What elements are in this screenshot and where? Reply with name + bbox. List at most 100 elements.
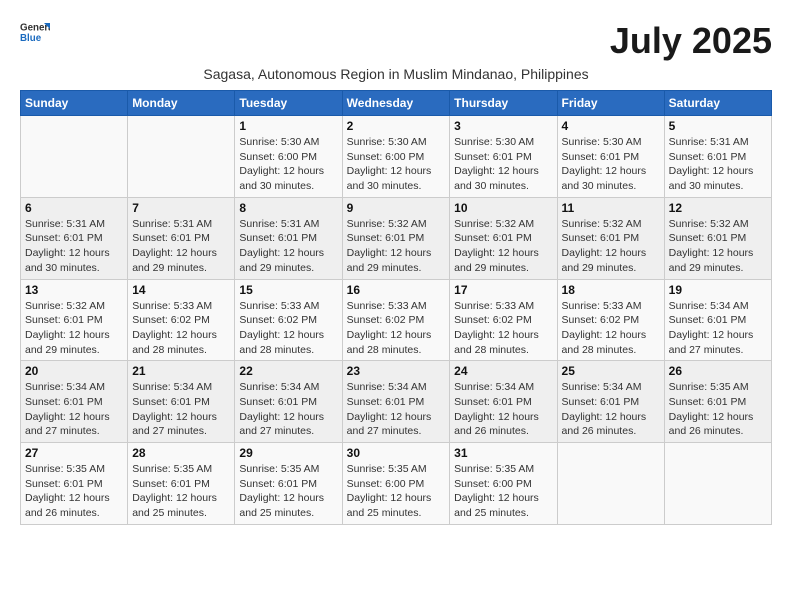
day-number: 11 — [562, 201, 660, 215]
day-number: 23 — [347, 364, 446, 378]
calendar-cell — [21, 116, 128, 198]
day-number: 2 — [347, 119, 446, 133]
calendar-header: SundayMondayTuesdayWednesdayThursdayFrid… — [21, 91, 772, 116]
day-header-sunday: Sunday — [21, 91, 128, 116]
day-header-friday: Friday — [557, 91, 664, 116]
day-number: 9 — [347, 201, 446, 215]
day-number: 1 — [239, 119, 337, 133]
day-detail: Sunrise: 5:34 AM Sunset: 6:01 PM Dayligh… — [25, 380, 123, 439]
day-detail: Sunrise: 5:31 AM Sunset: 6:01 PM Dayligh… — [669, 135, 767, 194]
day-number: 26 — [669, 364, 767, 378]
calendar-cell: 5 Sunrise: 5:31 AM Sunset: 6:01 PM Daylig… — [664, 116, 771, 198]
day-detail: Sunrise: 5:31 AM Sunset: 6:01 PM Dayligh… — [25, 217, 123, 276]
day-detail: Sunrise: 5:34 AM Sunset: 6:01 PM Dayligh… — [347, 380, 446, 439]
day-number: 18 — [562, 283, 660, 297]
calendar-cell: 20 Sunrise: 5:34 AM Sunset: 6:01 PM Dayli… — [21, 361, 128, 443]
calendar-cell — [664, 443, 771, 525]
calendar-cell: 18 Sunrise: 5:33 AM Sunset: 6:02 PM Dayli… — [557, 279, 664, 361]
day-detail: Sunrise: 5:35 AM Sunset: 6:00 PM Dayligh… — [347, 462, 446, 521]
calendar-cell: 10Sunrise: 5:32 AM Sunset: 6:01 PM Dayli… — [450, 197, 557, 279]
day-number: 24 — [454, 364, 552, 378]
day-header-tuesday: Tuesday — [235, 91, 342, 116]
day-detail: Sunrise: 5:30 AM Sunset: 6:00 PM Dayligh… — [347, 135, 446, 194]
day-number: 4 — [562, 119, 660, 133]
calendar-cell: 6Sunrise: 5:31 AM Sunset: 6:01 PM Daylig… — [21, 197, 128, 279]
calendar-cell: 1 Sunrise: 5:30 AM Sunset: 6:00 PM Daylig… — [235, 116, 342, 198]
day-number: 22 — [239, 364, 337, 378]
day-header-wednesday: Wednesday — [342, 91, 450, 116]
logo: General Blue — [20, 20, 50, 44]
day-number: 15 — [239, 283, 337, 297]
calendar-week-5: 27 Sunrise: 5:35 AM Sunset: 6:01 PM Dayli… — [21, 443, 772, 525]
day-detail: Sunrise: 5:32 AM Sunset: 6:01 PM Dayligh… — [25, 299, 123, 358]
svg-text:Blue: Blue — [20, 33, 42, 44]
day-detail: Sunrise: 5:34 AM Sunset: 6:01 PM Dayligh… — [454, 380, 552, 439]
day-detail: Sunrise: 5:33 AM Sunset: 6:02 PM Dayligh… — [239, 299, 337, 358]
calendar-cell: 26 Sunrise: 5:35 AM Sunset: 6:01 PM Dayli… — [664, 361, 771, 443]
calendar-body: 1 Sunrise: 5:30 AM Sunset: 6:00 PM Daylig… — [21, 116, 772, 525]
calendar-cell — [128, 116, 235, 198]
day-number: 16 — [347, 283, 446, 297]
day-detail: Sunrise: 5:33 AM Sunset: 6:02 PM Dayligh… — [562, 299, 660, 358]
day-detail: Sunrise: 5:33 AM Sunset: 6:02 PM Dayligh… — [454, 299, 552, 358]
day-detail: Sunrise: 5:32 AM Sunset: 6:01 PM Dayligh… — [347, 217, 446, 276]
day-number: 21 — [132, 364, 230, 378]
calendar-cell: 21 Sunrise: 5:34 AM Sunset: 6:01 PM Dayli… — [128, 361, 235, 443]
day-header-thursday: Thursday — [450, 91, 557, 116]
day-detail: Sunrise: 5:32 AM Sunset: 6:01 PM Dayligh… — [562, 217, 660, 276]
day-detail: Sunrise: 5:33 AM Sunset: 6:02 PM Dayligh… — [347, 299, 446, 358]
calendar-cell: 7 Sunrise: 5:31 AM Sunset: 6:01 PM Daylig… — [128, 197, 235, 279]
calendar-cell: 24 Sunrise: 5:34 AM Sunset: 6:01 PM Dayli… — [450, 361, 557, 443]
day-number: 20 — [25, 364, 123, 378]
day-detail: Sunrise: 5:30 AM Sunset: 6:01 PM Dayligh… — [562, 135, 660, 194]
day-detail: Sunrise: 5:35 AM Sunset: 6:01 PM Dayligh… — [669, 380, 767, 439]
day-number: 8 — [239, 201, 337, 215]
logo-icon: General Blue — [20, 20, 50, 44]
day-number: 27 — [25, 446, 123, 460]
month-title: July 2025 — [610, 20, 772, 62]
day-number: 29 — [239, 446, 337, 460]
day-number: 25 — [562, 364, 660, 378]
day-detail: Sunrise: 5:31 AM Sunset: 6:01 PM Dayligh… — [132, 217, 230, 276]
calendar-cell: 15 Sunrise: 5:33 AM Sunset: 6:02 PM Dayli… — [235, 279, 342, 361]
day-detail: Sunrise: 5:34 AM Sunset: 6:01 PM Dayligh… — [669, 299, 767, 358]
subtitle: Sagasa, Autonomous Region in Muslim Mind… — [20, 66, 772, 82]
calendar-cell: 23 Sunrise: 5:34 AM Sunset: 6:01 PM Dayli… — [342, 361, 450, 443]
calendar-cell: 9 Sunrise: 5:32 AM Sunset: 6:01 PM Daylig… — [342, 197, 450, 279]
day-number: 5 — [669, 119, 767, 133]
day-detail: Sunrise: 5:35 AM Sunset: 6:01 PM Dayligh… — [25, 462, 123, 521]
calendar-cell: 16 Sunrise: 5:33 AM Sunset: 6:02 PM Dayli… — [342, 279, 450, 361]
calendar-cell: 29 Sunrise: 5:35 AM Sunset: 6:01 PM Dayli… — [235, 443, 342, 525]
day-detail: Sunrise: 5:30 AM Sunset: 6:01 PM Dayligh… — [454, 135, 552, 194]
day-detail: Sunrise: 5:34 AM Sunset: 6:01 PM Dayligh… — [132, 380, 230, 439]
calendar-cell: 12Sunrise: 5:32 AM Sunset: 6:01 PM Dayli… — [664, 197, 771, 279]
day-number: 13 — [25, 283, 123, 297]
calendar: SundayMondayTuesdayWednesdayThursdayFrid… — [20, 90, 772, 525]
calendar-cell: 17 Sunrise: 5:33 AM Sunset: 6:02 PM Dayli… — [450, 279, 557, 361]
calendar-cell: 2 Sunrise: 5:30 AM Sunset: 6:00 PM Daylig… — [342, 116, 450, 198]
day-detail: Sunrise: 5:30 AM Sunset: 6:00 PM Dayligh… — [239, 135, 337, 194]
day-detail: Sunrise: 5:35 AM Sunset: 6:01 PM Dayligh… — [239, 462, 337, 521]
day-detail: Sunrise: 5:33 AM Sunset: 6:02 PM Dayligh… — [132, 299, 230, 358]
calendar-week-1: 1 Sunrise: 5:30 AM Sunset: 6:00 PM Daylig… — [21, 116, 772, 198]
day-number: 28 — [132, 446, 230, 460]
day-number: 12 — [669, 201, 767, 215]
day-detail: Sunrise: 5:35 AM Sunset: 6:00 PM Dayligh… — [454, 462, 552, 521]
calendar-cell: 31Sunrise: 5:35 AM Sunset: 6:00 PM Dayli… — [450, 443, 557, 525]
day-number: 7 — [132, 201, 230, 215]
calendar-week-2: 6Sunrise: 5:31 AM Sunset: 6:01 PM Daylig… — [21, 197, 772, 279]
day-number: 17 — [454, 283, 552, 297]
calendar-cell: 3 Sunrise: 5:30 AM Sunset: 6:01 PM Daylig… — [450, 116, 557, 198]
day-number: 3 — [454, 119, 552, 133]
calendar-cell: 4 Sunrise: 5:30 AM Sunset: 6:01 PM Daylig… — [557, 116, 664, 198]
calendar-cell: 27 Sunrise: 5:35 AM Sunset: 6:01 PM Dayli… — [21, 443, 128, 525]
calendar-week-3: 13 Sunrise: 5:32 AM Sunset: 6:01 PM Dayli… — [21, 279, 772, 361]
calendar-cell — [557, 443, 664, 525]
day-detail: Sunrise: 5:34 AM Sunset: 6:01 PM Dayligh… — [239, 380, 337, 439]
calendar-cell: 14Sunrise: 5:33 AM Sunset: 6:02 PM Dayli… — [128, 279, 235, 361]
header: General Blue July 2025 — [20, 20, 772, 62]
calendar-cell: 28 Sunrise: 5:35 AM Sunset: 6:01 PM Dayli… — [128, 443, 235, 525]
day-detail: Sunrise: 5:35 AM Sunset: 6:01 PM Dayligh… — [132, 462, 230, 521]
day-header-monday: Monday — [128, 91, 235, 116]
day-number: 30 — [347, 446, 446, 460]
